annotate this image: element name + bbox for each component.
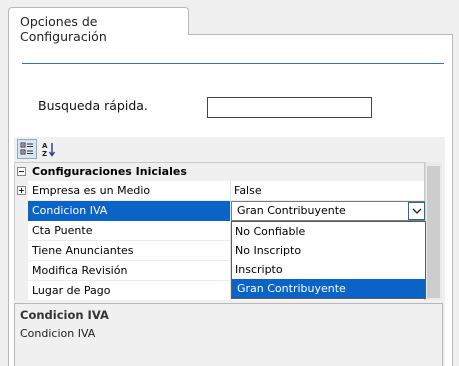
row-separator [28,200,424,201]
scrollbar-thumb[interactable] [427,166,440,298]
dropdown-option-selected[interactable]: Gran Contribuyente [232,279,425,298]
property-name[interactable]: Tiene Anunciantes [32,241,134,261]
tab-opciones-configuracion[interactable]: Opciones de Configuración [8,7,189,44]
chevron-down-icon [412,208,422,214]
property-name: Condicion IVA [32,204,108,217]
categorized-icon [20,142,33,155]
description-text: Condicion IVA [20,327,96,340]
combobox-value: Gran Contribuyente [237,204,346,217]
categorized-view-button[interactable] [17,139,37,159]
expand-icon[interactable] [17,186,26,195]
property-name: Empresa es un Medio [32,184,151,197]
alphabetical-view-button[interactable]: A Z [39,139,59,159]
property-grid-toolbar [14,137,445,161]
svg-text:Z: Z [42,150,47,158]
section-divider [22,63,444,64]
description-title: Condicion IVA [20,308,109,322]
alphabetical-sort-icon: A Z [42,142,56,158]
category-label: Configuraciones Iniciales [32,165,187,178]
property-name[interactable]: Modifica Revisión [32,261,127,281]
category-row[interactable]: Configuraciones Iniciales [15,163,424,181]
tab-label: Opciones de Configuración [20,14,107,44]
property-name[interactable]: Lugar de Pago [32,281,111,301]
property-value[interactable]: False [234,181,262,201]
search-label: Busqueda rápida. [38,98,148,113]
dropdown-option[interactable]: No Inscripto [232,241,425,260]
collapse-icon[interactable] [17,167,26,176]
property-row-condicion-iva[interactable]: Condicion IVA [28,201,230,221]
dropdown-option[interactable]: Inscripto [232,260,425,279]
row-gutter [15,181,28,300]
search-input[interactable] [207,97,372,118]
property-name[interactable]: Cta Puente [32,221,92,241]
svg-text:A: A [42,142,48,150]
combobox-dropdown-button[interactable] [408,202,425,220]
dropdown-option[interactable]: No Confiable [232,222,425,241]
